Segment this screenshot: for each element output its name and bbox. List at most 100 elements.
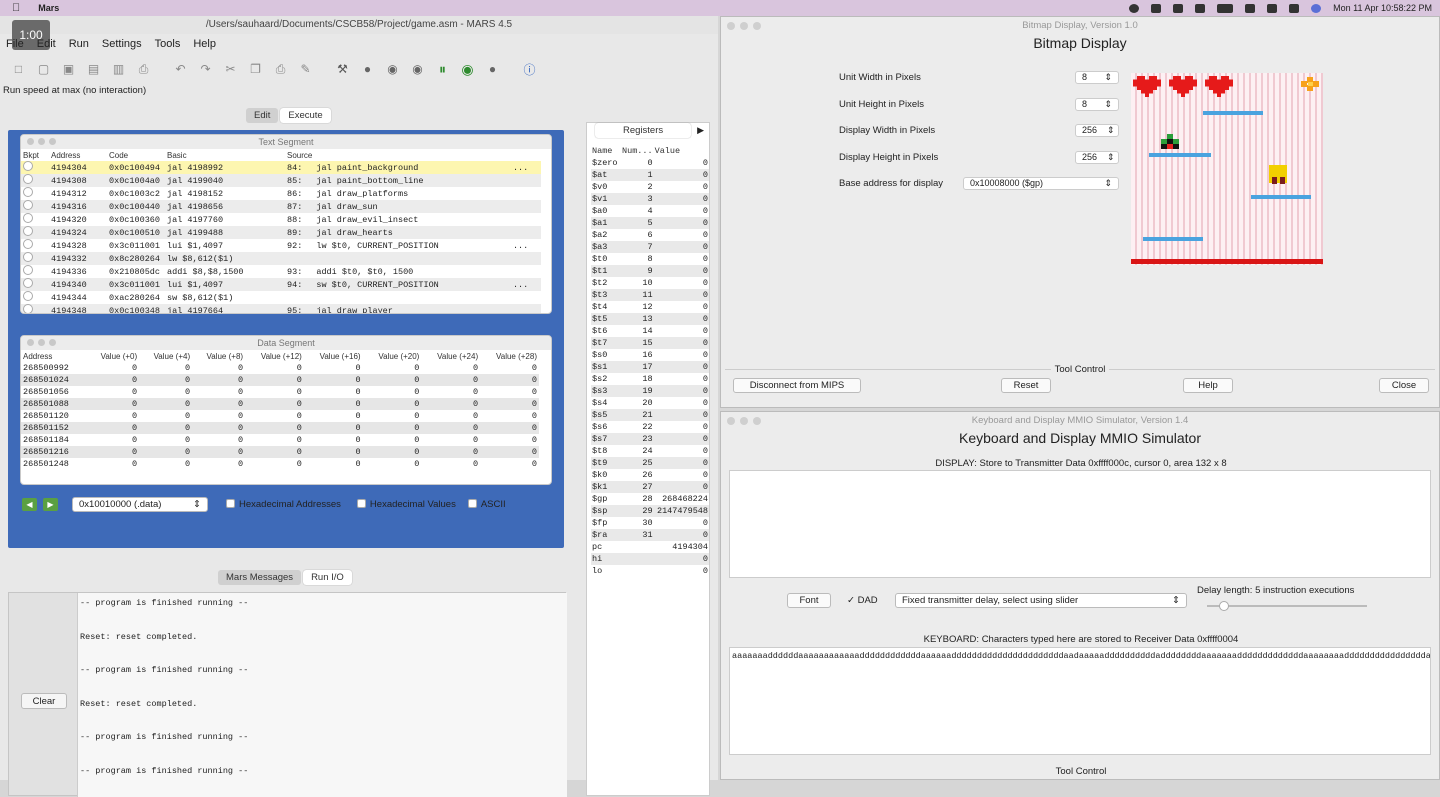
record-icon[interactable]	[1129, 3, 1140, 13]
table-cell[interactable]: 268501120	[21, 410, 86, 422]
table-cell[interactable]: 268501184	[21, 434, 86, 446]
menu-help[interactable]: Help	[193, 38, 216, 54]
col-header[interactable]: Source	[285, 149, 314, 161]
table-cell[interactable]: 0	[303, 422, 363, 434]
register-value[interactable]: 0	[653, 241, 709, 253]
register-value[interactable]: 0	[653, 409, 709, 421]
tab-scroll-arrow-icon[interactable]: ▶	[697, 125, 704, 136]
open-file-icon[interactable]: ▢	[33, 59, 54, 80]
breakpoint-checkbox[interactable]	[21, 200, 49, 213]
table-cell[interactable]: 0	[304, 434, 363, 446]
table-cell[interactable]: 0	[245, 410, 304, 422]
register-value[interactable]: 0	[653, 193, 709, 205]
new-file-icon[interactable]: □	[8, 59, 29, 80]
breakpoint-checkbox[interactable]	[21, 174, 49, 187]
table-cell[interactable]: 0	[192, 362, 245, 374]
breakpoint-checkbox[interactable]	[21, 304, 49, 313]
register-value[interactable]: 0	[654, 205, 709, 217]
table-cell[interactable]: 0	[480, 422, 539, 434]
apple-icon[interactable]: 	[12, 2, 20, 14]
register-value[interactable]: 0	[653, 361, 709, 373]
help-button[interactable]: Help	[1183, 378, 1233, 393]
table-cell[interactable]: 0	[362, 446, 422, 458]
table-cell[interactable]: 0	[421, 362, 480, 374]
col-header[interactable]: Value (+0)	[86, 350, 139, 362]
setting-select[interactable]: 256 ⇕	[1075, 150, 1119, 164]
register-value[interactable]: 0	[654, 421, 709, 433]
table-cell[interactable]: 0	[86, 362, 139, 374]
register-value[interactable]: 0	[653, 313, 709, 325]
register-value[interactable]: 0	[654, 349, 709, 361]
register-value[interactable]: 0	[653, 553, 709, 565]
print-icon[interactable]: ⎙	[133, 59, 154, 80]
slider-thumb[interactable]	[1219, 601, 1229, 611]
table-cell[interactable]: 268501088	[21, 398, 87, 410]
register-value[interactable]: 0	[653, 169, 709, 181]
breakpoint-checkbox[interactable]	[21, 265, 49, 278]
table-cell[interactable]: 0	[421, 434, 480, 446]
table-cell[interactable]: 0	[421, 410, 480, 422]
table-cell[interactable]: 0	[421, 446, 481, 458]
register-value[interactable]: 0	[653, 457, 709, 469]
run-icon[interactable]: ●	[357, 59, 378, 80]
search-icon[interactable]	[1267, 3, 1278, 13]
table-cell[interactable]: 0	[245, 446, 304, 458]
hex-addresses-checkbox[interactable]: Hexadecimal Addresses	[226, 499, 341, 510]
menu-file[interactable]: File	[6, 38, 24, 54]
help-icon[interactable]: ⓘ	[519, 59, 540, 80]
table-cell[interactable]: 0	[421, 374, 481, 386]
delay-select[interactable]: Fixed transmitter delay, select using sl…	[895, 593, 1187, 608]
col-header[interactable]: Num...	[621, 145, 654, 157]
font-button[interactable]: Font	[787, 593, 831, 608]
siri-icon[interactable]	[1311, 3, 1322, 13]
col-header[interactable]: Value (+8)	[192, 350, 245, 362]
col-header[interactable]: Address	[49, 149, 107, 161]
table-cell[interactable]: 0	[303, 374, 363, 386]
step-icon[interactable]: ◉	[382, 59, 403, 80]
table-cell[interactable]: 0	[86, 398, 140, 410]
prev-arrow-icon[interactable]: ◀	[22, 497, 37, 511]
menu-edit[interactable]: Edit	[37, 38, 56, 54]
register-value[interactable]: 268468224	[654, 493, 709, 505]
table-cell[interactable]: 0	[245, 458, 304, 470]
register-value[interactable]: 2147479548	[653, 505, 709, 517]
table-cell[interactable]: 0	[480, 446, 539, 458]
register-value[interactable]: 0	[653, 385, 709, 397]
register-value[interactable]: 0	[653, 265, 709, 277]
col-header[interactable]: Value (+12)	[245, 350, 304, 362]
table-cell[interactable]: 0	[192, 434, 245, 446]
col-header[interactable]: Address	[21, 350, 86, 362]
table-cell[interactable]: 0	[304, 410, 363, 422]
table-cell[interactable]: 0	[362, 398, 422, 410]
table-cell[interactable]: 0	[363, 362, 422, 374]
table-cell[interactable]: 0	[139, 386, 192, 398]
redo-icon[interactable]: ↷	[195, 59, 216, 80]
undo-icon[interactable]: ↶	[170, 59, 191, 80]
register-value[interactable]: 0	[654, 397, 709, 409]
table-cell[interactable]: 0	[304, 458, 363, 470]
breakpoint-checkbox[interactable]	[21, 226, 49, 239]
segment-select[interactable]: 0x10010000 (.data) ⇕	[72, 496, 208, 512]
table-cell[interactable]: 0	[245, 434, 304, 446]
close-icon[interactable]	[727, 22, 735, 30]
reset-icon[interactable]: ●	[482, 59, 503, 80]
run-io-output[interactable]: -- program is finished running -- Reset: …	[77, 593, 567, 797]
table-cell[interactable]: 0	[303, 398, 363, 410]
pause-icon[interactable]: ⏸	[432, 59, 453, 80]
table-cell[interactable]: 0	[192, 386, 245, 398]
tab-mars-messages[interactable]: Mars Messages	[218, 570, 302, 585]
table-cell[interactable]: 0	[86, 374, 140, 386]
setting-select[interactable]: 8 ⇕	[1075, 97, 1119, 111]
minimize-icon[interactable]	[38, 138, 45, 145]
tab-execute[interactable]: Execute	[280, 108, 331, 123]
table-cell[interactable]: 0	[480, 374, 539, 386]
close-icon[interactable]	[27, 339, 34, 346]
menu-tools[interactable]: Tools	[155, 38, 181, 54]
hex-values-checkbox[interactable]: Hexadecimal Values	[356, 499, 456, 510]
dad-checkbox[interactable]: ✓ DAD	[847, 595, 878, 606]
backstep-icon[interactable]: ◉	[407, 59, 428, 80]
table-cell[interactable]: 0	[245, 422, 304, 434]
col-header[interactable]: Value (+24)	[421, 350, 480, 362]
breakpoint-checkbox[interactable]	[21, 161, 49, 174]
table-cell[interactable]: 0	[304, 386, 363, 398]
